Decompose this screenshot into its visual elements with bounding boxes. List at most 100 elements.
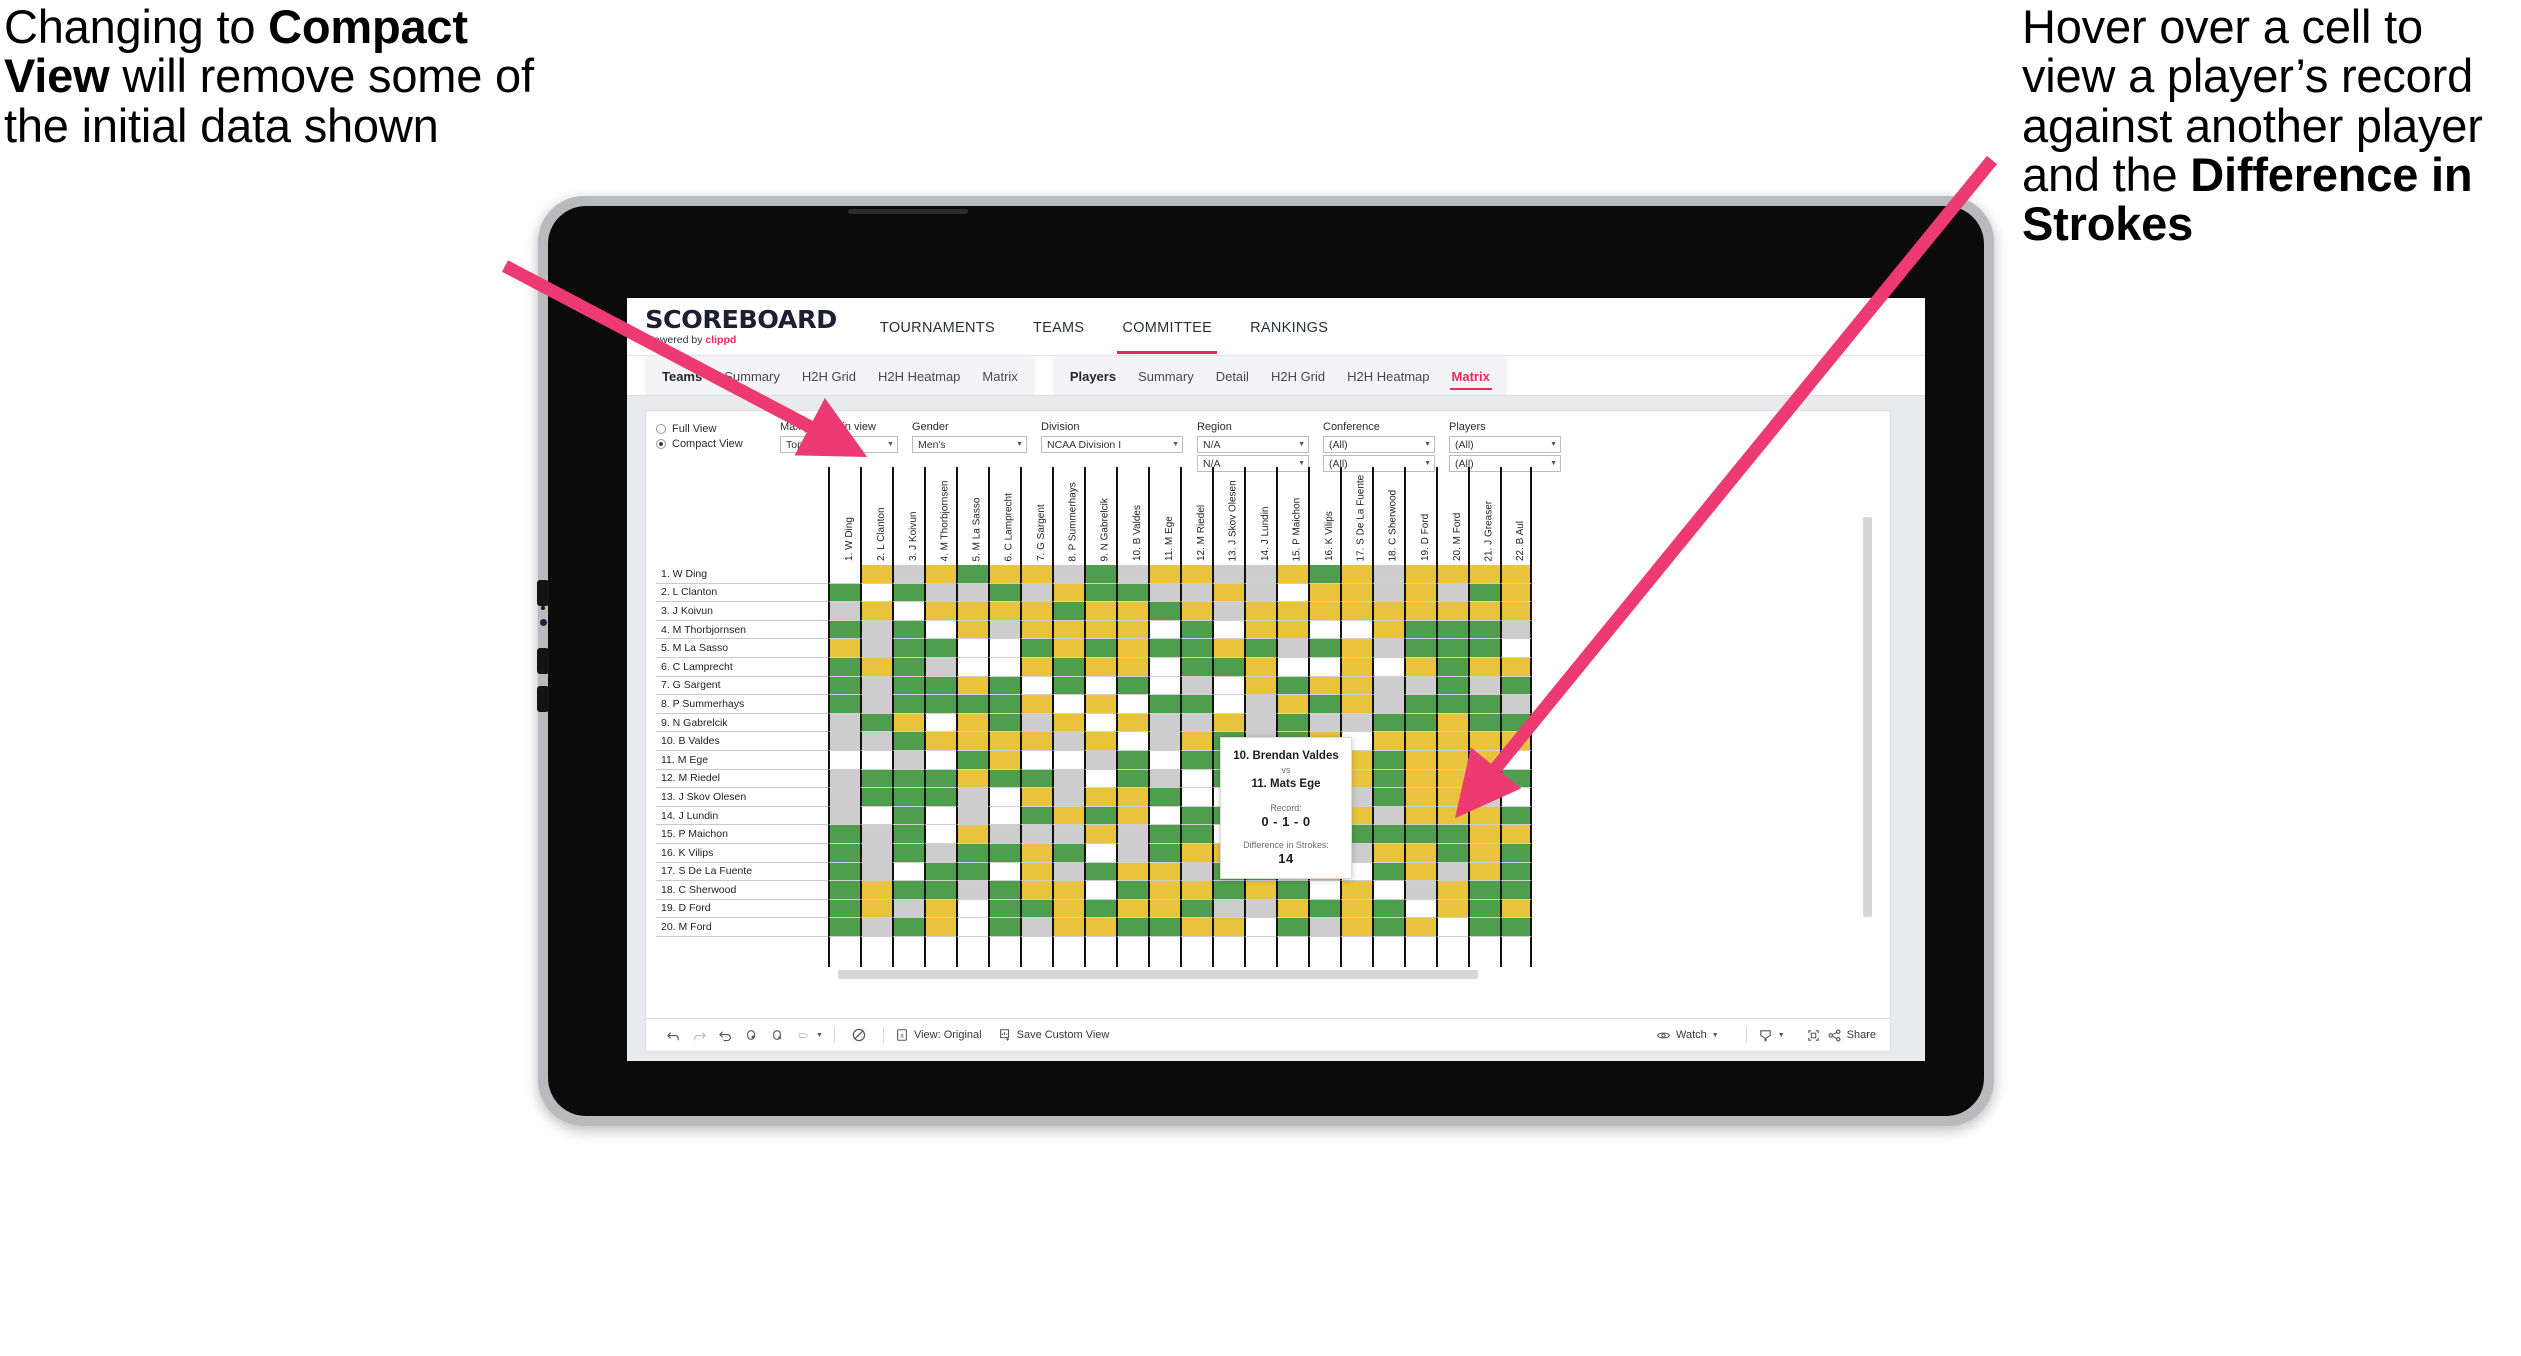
matrix-cell[interactable]: [1372, 676, 1404, 696]
matrix-cell[interactable]: [892, 918, 924, 937]
matrix-cell[interactable]: [1500, 825, 1532, 844]
matrix-cell[interactable]: [924, 769, 956, 789]
matrix-cell[interactable]: [1148, 918, 1180, 937]
matrix-cell[interactable]: [924, 918, 956, 937]
matrix-cell[interactable]: [1180, 899, 1212, 919]
matrix-cell[interactable]: [828, 732, 860, 751]
matrix-cell[interactable]: [1500, 750, 1532, 770]
tab-teams-h2h-grid[interactable]: H2H Grid: [791, 359, 867, 392]
matrix-cell[interactable]: [1372, 583, 1404, 603]
matrix-cell[interactable]: [1116, 732, 1148, 751]
matrix-cell[interactable]: [1500, 676, 1532, 696]
matrix-cell[interactable]: [956, 695, 988, 714]
matrix-cell[interactable]: [1436, 806, 1468, 826]
matrix-cell[interactable]: [924, 788, 956, 807]
matrix-cell[interactable]: [1500, 713, 1532, 733]
matrix-cell[interactable]: [924, 732, 956, 751]
matrix-cell[interactable]: [1468, 881, 1500, 900]
tab-players-matrix[interactable]: Matrix: [1441, 359, 1501, 392]
matrix-cell[interactable]: [828, 750, 860, 770]
matrix-cell[interactable]: [1020, 565, 1052, 584]
matrix-cell[interactable]: [988, 750, 1020, 770]
matrix-cell[interactable]: [1148, 825, 1180, 844]
matrix-cell[interactable]: [1308, 639, 1340, 658]
matrix-cell[interactable]: [1052, 602, 1084, 621]
matrix-cell[interactable]: [892, 620, 924, 640]
matrix-cell[interactable]: [892, 602, 924, 621]
matrix-cell[interactable]: [1116, 788, 1148, 807]
matrix-cell[interactable]: [828, 695, 860, 714]
matrix-cell[interactable]: [1340, 583, 1372, 603]
vertical-scrollbar[interactable]: [1863, 517, 1872, 917]
matrix-cell[interactable]: [1308, 713, 1340, 733]
matrix-cell[interactable]: [1308, 695, 1340, 714]
matrix-cell[interactable]: [1436, 565, 1468, 584]
matrix-cell[interactable]: [924, 862, 956, 882]
matrix-cell[interactable]: [1084, 750, 1116, 770]
filter-region-dropdown-1[interactable]: N/A ▼: [1197, 436, 1309, 453]
matrix-cell[interactable]: [1308, 620, 1340, 640]
volume-down-button[interactable]: [537, 648, 549, 674]
matrix-cell[interactable]: [1244, 713, 1276, 733]
tab-teams-matrix[interactable]: Matrix: [971, 359, 1028, 392]
matrix-cell[interactable]: [1052, 676, 1084, 696]
matrix-cell[interactable]: [1180, 620, 1212, 640]
matrix-cell[interactable]: [892, 899, 924, 919]
matrix-cell[interactable]: [1372, 732, 1404, 751]
matrix-cell[interactable]: [1052, 583, 1084, 603]
matrix-cell[interactable]: [1340, 899, 1372, 919]
matrix-cell[interactable]: [956, 825, 988, 844]
matrix-cell[interactable]: [1404, 750, 1436, 770]
matrix-cell[interactable]: [1148, 695, 1180, 714]
matrix-cell[interactable]: [1116, 899, 1148, 919]
matrix-cell[interactable]: [1276, 639, 1308, 658]
matrix-cell[interactable]: [1084, 881, 1116, 900]
nav-teams[interactable]: TEAMS: [1014, 300, 1103, 354]
matrix-cell[interactable]: [1020, 769, 1052, 789]
matrix-cell[interactable]: [892, 862, 924, 882]
matrix-cell[interactable]: [1436, 825, 1468, 844]
matrix-cell[interactable]: [1116, 843, 1148, 863]
matrix-cell[interactable]: [1116, 602, 1148, 621]
brand-logo[interactable]: SCOREBOARD Powered by clippd: [645, 307, 837, 346]
matrix-cell[interactable]: [988, 676, 1020, 696]
matrix-cell[interactable]: [1308, 657, 1340, 677]
matrix-cell[interactable]: [1372, 862, 1404, 882]
matrix-cell[interactable]: [1468, 732, 1500, 751]
matrix-cell[interactable]: [1372, 713, 1404, 733]
matrix-cell[interactable]: [1404, 620, 1436, 640]
matrix-cell[interactable]: [1372, 899, 1404, 919]
matrix-cell[interactable]: [860, 565, 892, 584]
filter-gender-dropdown[interactable]: Men's ▼: [912, 436, 1027, 453]
matrix-cell[interactable]: [1276, 713, 1308, 733]
matrix-cell[interactable]: [1020, 695, 1052, 714]
matrix-cell[interactable]: [1468, 713, 1500, 733]
matrix-cell[interactable]: [1276, 899, 1308, 919]
tab-players-h2h-heatmap[interactable]: H2H Heatmap: [1336, 359, 1440, 392]
matrix-cell[interactable]: [1116, 565, 1148, 584]
matrix-cell[interactable]: [1084, 676, 1116, 696]
matrix-cell[interactable]: [1436, 769, 1468, 789]
matrix-cell[interactable]: [1084, 713, 1116, 733]
refresh-icon[interactable]: [738, 1028, 764, 1043]
matrix-cell[interactable]: [1180, 862, 1212, 882]
matrix-cell[interactable]: [860, 881, 892, 900]
matrix-cell[interactable]: [1212, 583, 1244, 603]
matrix-cell[interactable]: [1276, 881, 1308, 900]
matrix-cell[interactable]: [1308, 565, 1340, 584]
matrix-cell[interactable]: [1084, 602, 1116, 621]
matrix-cell[interactable]: [1404, 825, 1436, 844]
matrix-cell[interactable]: [1148, 769, 1180, 789]
matrix-cell[interactable]: [1116, 639, 1148, 658]
matrix-cell[interactable]: [1468, 825, 1500, 844]
matrix-cell[interactable]: [1116, 750, 1148, 770]
matrix-cell[interactable]: [892, 769, 924, 789]
matrix-cell[interactable]: [860, 676, 892, 696]
matrix-cell[interactable]: [1180, 695, 1212, 714]
matrix-cell[interactable]: [1276, 657, 1308, 677]
matrix-cell[interactable]: [956, 843, 988, 863]
matrix-cell[interactable]: [828, 602, 860, 621]
save-custom-view-button[interactable]: Save Custom View: [998, 1028, 1109, 1042]
matrix-cell[interactable]: [1084, 806, 1116, 826]
power-button[interactable]: [537, 686, 549, 712]
